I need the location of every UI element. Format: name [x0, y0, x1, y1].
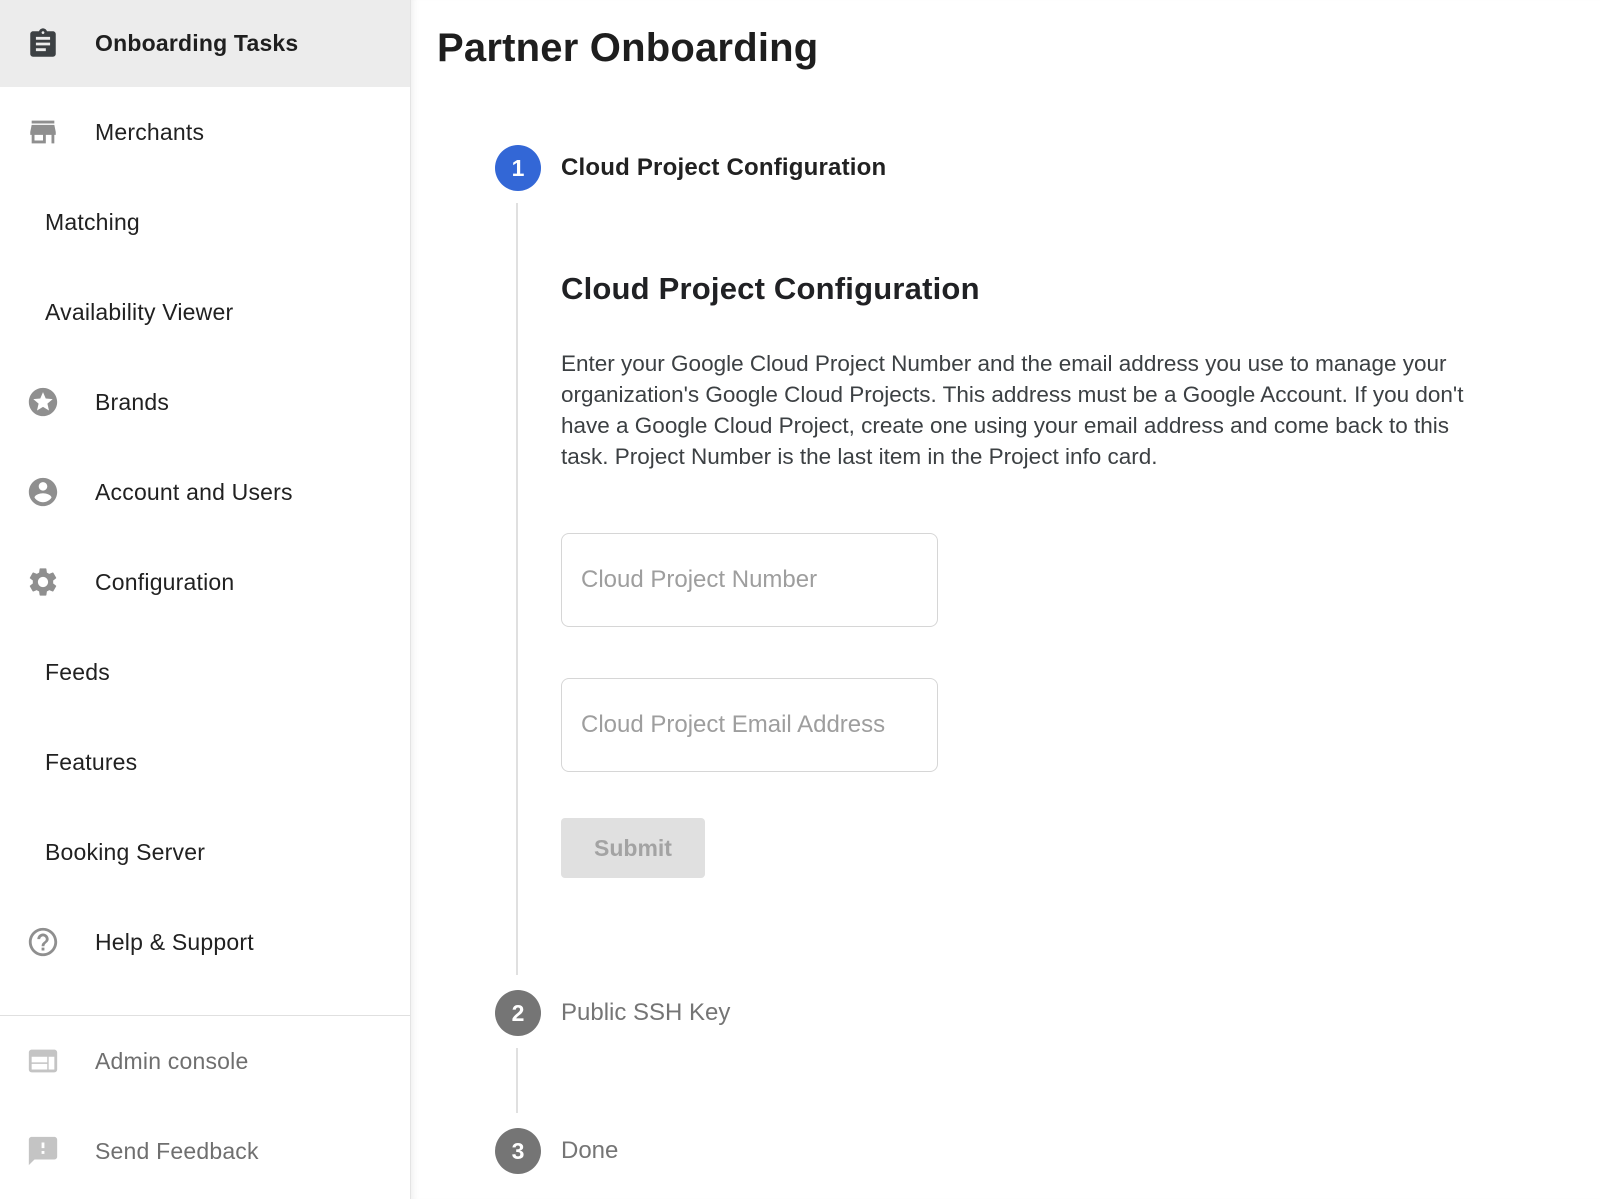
sidebar-item-admin-console[interactable]: Admin console: [0, 1016, 410, 1106]
cloud-project-number-input[interactable]: [561, 533, 938, 627]
sidebar-item-label: Admin console: [95, 1048, 248, 1075]
stepper-connector: [516, 203, 518, 975]
sidebar-item-label: Account and Users: [95, 479, 293, 506]
sidebar-footer-nav: Admin console Send Feedback: [0, 1016, 410, 1196]
step-1-number: 1: [512, 155, 525, 182]
stepper-connector: [516, 1048, 518, 1113]
step-3-label: Done: [561, 1136, 618, 1166]
sidebar-item-help-support[interactable]: Help & Support: [0, 897, 410, 987]
sidebar-item-configuration[interactable]: Configuration: [0, 537, 410, 627]
sidebar-item-label: Help & Support: [95, 929, 254, 956]
sidebar-item-send-feedback[interactable]: Send Feedback: [0, 1106, 410, 1196]
step-2-label: Public SSH Key: [561, 998, 730, 1028]
gear-icon: [25, 564, 61, 600]
sidebar: Onboarding Tasks Merchants Matching Availab…: [0, 0, 411, 1199]
sidebar-item-matching[interactable]: Matching: [0, 177, 410, 267]
step-3-number: 3: [512, 1138, 525, 1165]
sidebar-item-label: Onboarding Tasks: [95, 30, 298, 57]
sidebar-item-booking-server[interactable]: Booking Server: [0, 807, 410, 897]
sidebar-item-label: Feeds: [45, 659, 110, 686]
section-description: Enter your Google Cloud Project Number a…: [561, 348, 1493, 472]
section-heading: Cloud Project Configuration: [561, 271, 980, 307]
sidebar-item-label: Availability Viewer: [45, 299, 233, 326]
sidebar-item-onboarding-tasks[interactable]: Onboarding Tasks: [0, 0, 410, 87]
person-circle-icon: [25, 474, 61, 510]
page-title: Partner Onboarding: [437, 26, 818, 71]
step-1-indicator: 1: [495, 145, 541, 191]
store-icon: [25, 114, 61, 150]
admin-console-icon: [25, 1043, 61, 1079]
step-2-indicator: 2: [495, 990, 541, 1036]
sidebar-item-label: Merchants: [95, 119, 204, 146]
sidebar-item-availability-viewer[interactable]: Availability Viewer: [0, 267, 410, 357]
sidebar-item-label: Send Feedback: [95, 1138, 259, 1165]
sidebar-item-features[interactable]: Features: [0, 717, 410, 807]
sidebar-item-label: Matching: [45, 209, 140, 236]
help-icon: [25, 924, 61, 960]
sidebar-item-account-and-users[interactable]: Account and Users: [0, 447, 410, 537]
sidebar-item-label: Features: [45, 749, 137, 776]
step-1-label: Cloud Project Configuration: [561, 153, 886, 183]
main-content: Partner Onboarding 1 Cloud Project Confi…: [411, 0, 1600, 1199]
clipboard-icon: [25, 26, 61, 62]
submit-button[interactable]: Submit: [561, 818, 705, 878]
sidebar-item-label: Configuration: [95, 569, 234, 596]
cloud-project-email-input[interactable]: [561, 678, 938, 772]
sidebar-item-merchants[interactable]: Merchants: [0, 87, 410, 177]
sidebar-item-brands[interactable]: Brands: [0, 357, 410, 447]
sidebar-item-label: Brands: [95, 389, 169, 416]
star-circle-icon: [25, 384, 61, 420]
sidebar-item-feeds[interactable]: Feeds: [0, 627, 410, 717]
app: Onboarding Tasks Merchants Matching Availab…: [0, 0, 1600, 1199]
sidebar-nav: Onboarding Tasks Merchants Matching Availab…: [0, 0, 410, 987]
step-2-number: 2: [512, 1000, 525, 1027]
feedback-icon: [25, 1133, 61, 1169]
sidebar-item-label: Booking Server: [45, 839, 205, 866]
step-3-indicator: 3: [495, 1128, 541, 1174]
